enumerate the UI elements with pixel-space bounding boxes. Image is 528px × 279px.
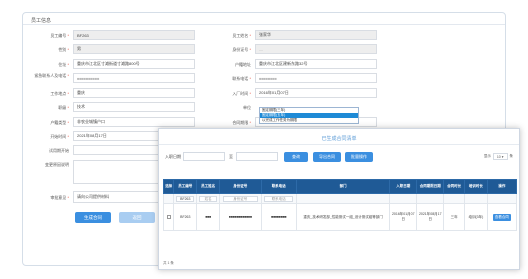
start-date-label: 开始时间 *: [50, 134, 69, 139]
section-divider: [23, 24, 505, 25]
employee-no-field[interactable]: BF263: [73, 30, 195, 40]
address-label: 住址 *: [58, 62, 69, 67]
title-label: 职级 *: [58, 105, 69, 110]
col-training: 培训时长: [464, 179, 488, 194]
cell-department: 重庆_技术研发部_性能测试一组_设计测试组等部门: [295, 203, 391, 231]
employee-name-label: 员工姓名 *: [232, 33, 251, 38]
filter-name-input[interactable]: 姓名: [199, 195, 218, 202]
hukou-address-field[interactable]: 重庆市江北区建新东路32号: [255, 59, 377, 69]
row-checkbox[interactable]: [166, 214, 171, 219]
title-field[interactable]: 技术: [73, 102, 195, 112]
contact-phone-field[interactable]: ■■■■■■■■: [255, 73, 377, 83]
col-actions: 操作: [486, 179, 518, 194]
page-size-select[interactable]: 10 ▾: [492, 153, 508, 160]
page-size-label: 显示: [483, 154, 491, 158]
col-employee-no: 员工编号: [173, 179, 198, 194]
table-footer: 共 1 条: [163, 261, 174, 265]
work-place-field[interactable]: 重庆: [73, 88, 195, 98]
unit-label: 单位: [243, 105, 251, 110]
export-contract-button[interactable]: 导出合同: [313, 152, 341, 162]
filter-phone: 联系电话: [260, 193, 297, 204]
query-button[interactable]: 查询: [284, 152, 308, 162]
filter-cell: [295, 193, 391, 204]
probation-start-label: 试用期开始: [49, 148, 69, 153]
filter-employee-no-input[interactable]: BF263: [176, 195, 195, 202]
id-card-label: 身份证号 *: [232, 47, 251, 52]
entry-date-to-input[interactable]: [236, 152, 278, 161]
filter-cell: [416, 193, 445, 204]
col-employee-name: 员工姓名: [196, 179, 221, 194]
filter-cell: [443, 193, 465, 204]
table-header-row: 选择 员工编号 员工姓名 身份证号 联系电话 部门 入职日期 合同期限日期 合同…: [162, 179, 518, 194]
emergency-contact-field[interactable]: ■■■■■■■■■■: [73, 73, 195, 83]
cell-training: 培训(3年): [464, 203, 488, 231]
row-checkbox-cell: [162, 203, 175, 231]
return-button[interactable]: 返回: [119, 212, 155, 223]
page-size-unit: 条: [509, 154, 514, 158]
filter-id: 身份证号: [219, 193, 262, 204]
cell-entry-date: 2016年01月07日: [389, 203, 418, 231]
gender-field[interactable]: 男: [73, 44, 195, 54]
entry-date-label: 入厂时间 *: [232, 91, 251, 96]
cell-contract-date: 2021年08月17日: [416, 203, 445, 231]
batch-operation-button[interactable]: 批量操作: [345, 152, 373, 162]
cell-actions: 查看合同: [486, 203, 518, 231]
approval-label: 审批意见 *: [50, 195, 69, 200]
cell-phone: ■■■■■■■■: [260, 203, 297, 231]
hukou-address-label: 户籍地址: [235, 62, 251, 67]
work-place-label: 工作地点 *: [50, 91, 69, 96]
filter-name: 姓名: [196, 193, 221, 204]
entry-date-filter-label: 入职日期: [165, 154, 181, 159]
address-field[interactable]: 重庆市江北区寸滩街道寸滩路800号: [73, 59, 195, 69]
chevron-down-icon: ▾: [501, 154, 504, 159]
hukou-type-field[interactable]: 非农业城镇户口: [73, 117, 195, 127]
employee-name-field[interactable]: 张家华: [255, 30, 377, 40]
date-to-label: 至: [229, 154, 233, 159]
gender-label: 性别 *: [58, 47, 69, 52]
id-card-field[interactable]: —: [255, 44, 377, 54]
change-reason-label: 变更原因说明: [45, 162, 69, 167]
employee-no-label: 员工编号 *: [50, 33, 69, 38]
table-row[interactable]: BF263 ■■■ ■■■■■■■■■■■■ ■■■■■■■■ 重庆_技术研发部…: [162, 203, 518, 231]
cell-duration: 三年: [443, 203, 465, 231]
filter-cell: [486, 193, 518, 204]
screenshot: 员工信息 员工编号 * BF263 员工姓名 * 张家华 性别 * 男 身份证号…: [0, 0, 528, 279]
dialog-title: 已生成合同清单: [321, 136, 357, 142]
col-duration: 合同时长: [443, 179, 465, 194]
filter-phone-input[interactable]: 联系电话: [264, 195, 294, 202]
dropdown-option[interactable]: 以完成工作任务为期限: [260, 118, 358, 123]
filter-cell: [464, 193, 488, 204]
contact-phone-label: 联系电话 *: [232, 76, 251, 81]
dialog-divider: [159, 144, 519, 145]
filter-cell: [389, 193, 418, 204]
entry-date-field[interactable]: 2016年01月07日: [255, 88, 377, 98]
table-filter-row: BF263 姓名 身份证号 联系电话: [162, 193, 518, 204]
col-entry-date: 入职日期: [389, 179, 418, 194]
col-phone: 联系电话: [260, 179, 297, 194]
col-contract-date: 合同期限日期: [416, 179, 445, 194]
page-size-control: 显示 10 ▾ 条: [484, 153, 513, 160]
filter-id-input[interactable]: 身份证号: [222, 195, 258, 202]
filter-employee-no: BF263: [173, 193, 198, 204]
contracts-table: 选择 员工编号 员工姓名 身份证号 联系电话 部门 入职日期 合同期限日期 合同…: [162, 179, 518, 231]
section-title: 员工信息: [31, 18, 52, 24]
hukou-type-label: 户籍类型 *: [50, 120, 69, 125]
cell-employee-no: BF263: [173, 203, 198, 231]
col-select: 选择: [162, 179, 175, 194]
generated-contracts-dialog: 已生成合同清单 入职日期 至 查询 导出合同 批量操作 显示 10 ▾ 条 选择…: [158, 128, 520, 270]
contract-period-label: 合同期限 *: [232, 120, 251, 125]
contract-period-dropdown[interactable]: 固定期限(三年) 固定期限(五年) 以完成工作任务为期限: [259, 107, 359, 124]
entry-date-from-input[interactable]: [183, 152, 225, 161]
view-contract-button[interactable]: 查看合同: [492, 213, 511, 221]
generate-contract-button[interactable]: 生成合同: [75, 212, 111, 223]
col-id-card: 身份证号: [219, 179, 262, 194]
filter-cell: [162, 193, 175, 204]
cell-id-card: ■■■■■■■■■■■■: [219, 203, 262, 231]
col-department: 部门: [295, 179, 391, 194]
emergency-contact-label: 紧急联系人及电话 *: [34, 73, 69, 78]
cell-employee-name: ■■■: [196, 203, 221, 231]
